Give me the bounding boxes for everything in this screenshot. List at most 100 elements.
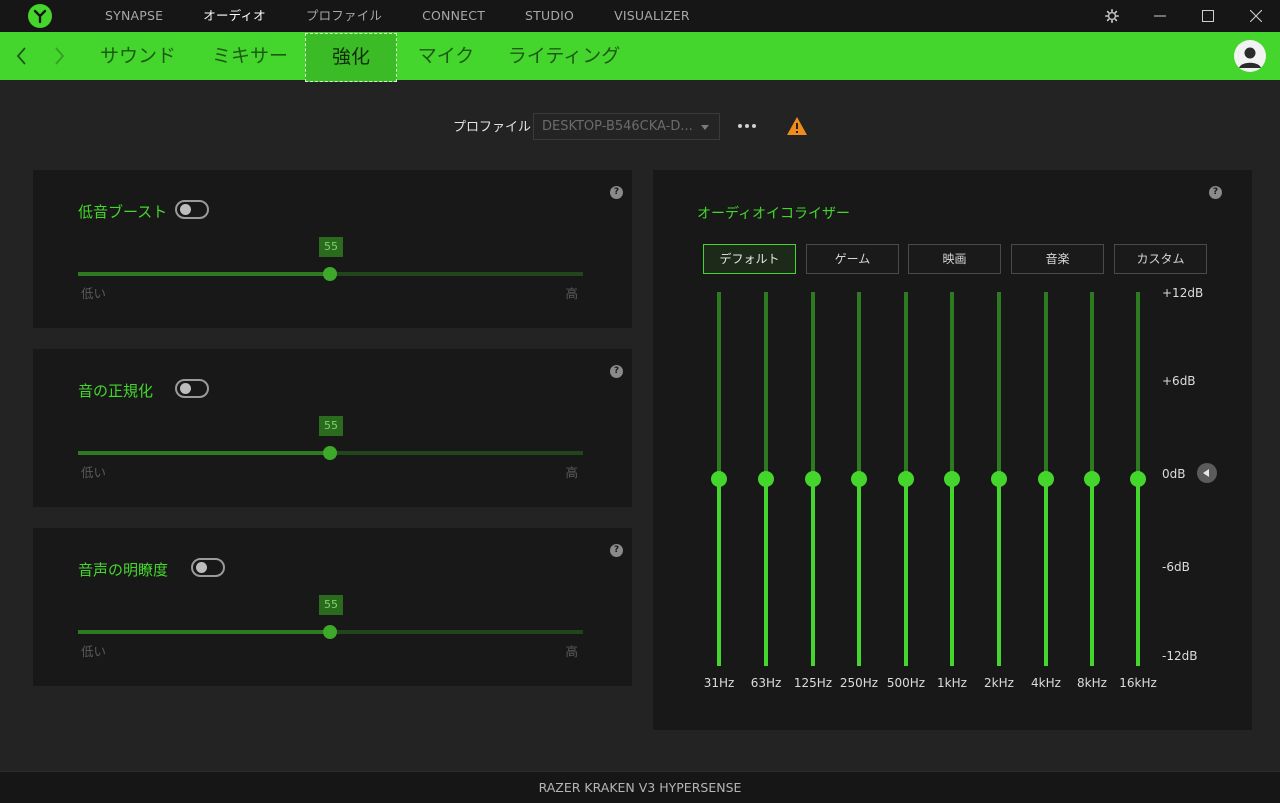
eq-band-fill xyxy=(717,479,721,666)
tab-lighting[interactable]: ライティング xyxy=(500,32,628,80)
eq-band-fill xyxy=(1090,479,1094,666)
eq-band-fill xyxy=(904,479,908,666)
eq-band-fill xyxy=(1044,479,1048,666)
tab-audio[interactable]: オーディオ xyxy=(183,0,286,32)
slider-low-label: 低い xyxy=(81,465,107,480)
forward-arrow-icon[interactable] xyxy=(47,44,71,68)
maximize-button[interactable] xyxy=(1184,0,1232,32)
help-icon[interactable]: ? xyxy=(610,544,623,557)
db-label-minus12: -12dB xyxy=(1162,649,1198,663)
bass-boost-slider[interactable] xyxy=(78,267,583,281)
tab-profiles[interactable]: プロファイル xyxy=(286,0,402,32)
preset-custom-button[interactable]: カスタム xyxy=(1114,244,1207,274)
normalization-toggle[interactable] xyxy=(175,379,209,398)
normalization-slider[interactable] xyxy=(78,446,583,460)
eq-band-slider[interactable] xyxy=(896,292,916,666)
profile-label: プロファイル xyxy=(453,120,532,135)
toggle-knob xyxy=(180,383,191,394)
bass-boost-value: 55 xyxy=(319,237,343,257)
eq-band-fill xyxy=(950,479,954,666)
warning-icon[interactable] xyxy=(786,116,808,136)
tab-mic[interactable]: マイク xyxy=(400,32,492,80)
eq-band-thumb[interactable] xyxy=(944,471,960,487)
eq-band-thumb[interactable] xyxy=(758,471,774,487)
reset-zero-button[interactable] xyxy=(1197,463,1217,483)
eq-band-slider[interactable] xyxy=(1128,292,1148,666)
db-label-minus6: -6dB xyxy=(1162,560,1190,574)
maximize-icon xyxy=(1202,10,1214,22)
sub-nav: サウンド ミキサー 強化 マイク ライティング xyxy=(0,32,1280,82)
eq-band-thumb[interactable] xyxy=(1038,471,1054,487)
title-bar: SYNAPSE オーディオ プロファイル CONNECT STUDIO VISU… xyxy=(0,0,1280,32)
equalizer-panel: ? オーディオイコライザー デフォルト ゲーム 映画 音楽 カスタム 31Hz 6… xyxy=(653,170,1252,730)
eq-band-slider[interactable] xyxy=(849,292,869,666)
tab-mixer[interactable]: ミキサー xyxy=(198,32,302,80)
eq-band-slider[interactable] xyxy=(1036,292,1056,666)
user-icon xyxy=(1239,47,1261,68)
eq-band-thumb[interactable] xyxy=(991,471,1007,487)
slider-thumb[interactable] xyxy=(323,267,337,281)
slider-fill xyxy=(78,451,330,455)
preset-movie-button[interactable]: 映画 xyxy=(908,244,1001,274)
tab-visualizer[interactable]: VISUALIZER xyxy=(594,0,710,32)
eq-band-slider[interactable] xyxy=(1082,292,1102,666)
eq-band-fill xyxy=(811,479,815,666)
eq-band-thumb[interactable] xyxy=(805,471,821,487)
normalization-value: 55 xyxy=(319,416,343,436)
device-footer: RAZER KRAKEN V3 HYPERSENSE xyxy=(0,771,1280,803)
tab-enhancement[interactable]: 強化 xyxy=(305,33,397,82)
db-label-plus12: +12dB xyxy=(1162,286,1204,300)
eq-band-thumb[interactable] xyxy=(711,471,727,487)
eq-band-thumb[interactable] xyxy=(1130,471,1146,487)
eq-band-slider[interactable] xyxy=(989,292,1009,666)
eq-band-slider[interactable] xyxy=(709,292,729,666)
slider-thumb[interactable] xyxy=(323,446,337,460)
toggle-knob xyxy=(180,204,191,215)
bass-boost-toggle[interactable] xyxy=(175,200,209,219)
eq-band-slider[interactable] xyxy=(803,292,823,666)
normalization-panel: ? 音の正規化 55 低い 高 xyxy=(33,349,632,507)
voice-clarity-value: 55 xyxy=(319,595,343,615)
equalizer-title: オーディオイコライザー xyxy=(697,206,851,222)
window-controls xyxy=(1088,0,1280,32)
help-icon[interactable]: ? xyxy=(610,365,623,378)
avatar[interactable] xyxy=(1234,40,1266,72)
db-label-zero: 0dB xyxy=(1162,467,1186,481)
eq-band-slider[interactable] xyxy=(942,292,962,666)
voice-clarity-title: 音声の明瞭度 xyxy=(78,561,169,579)
eq-band-fill xyxy=(1136,479,1140,666)
slider-fill xyxy=(78,630,330,634)
slider-thumb[interactable] xyxy=(323,625,337,639)
eq-band-slider[interactable] xyxy=(756,292,776,666)
bass-boost-panel: ? 低音ブースト 55 低い 高 xyxy=(33,170,632,328)
profile-dropdown[interactable]: DESKTOP-B546CKA-D... xyxy=(533,113,720,140)
eq-band-thumb[interactable] xyxy=(851,471,867,487)
preset-default-button[interactable]: デフォルト xyxy=(703,244,796,274)
tab-sound[interactable]: サウンド xyxy=(86,32,190,80)
preset-music-button[interactable]: 音楽 xyxy=(1011,244,1104,274)
eq-band-fill xyxy=(764,479,768,666)
db-label-plus6: +6dB xyxy=(1162,374,1196,388)
more-options-icon[interactable] xyxy=(736,118,758,134)
help-icon[interactable]: ? xyxy=(610,186,623,199)
voice-clarity-slider[interactable] xyxy=(78,625,583,639)
eq-band-thumb[interactable] xyxy=(898,471,914,487)
voice-clarity-toggle[interactable] xyxy=(191,558,225,577)
toggle-knob xyxy=(196,562,207,573)
help-icon[interactable]: ? xyxy=(1209,186,1222,199)
eq-band-fill xyxy=(997,479,1001,666)
minimize-button[interactable] xyxy=(1136,0,1184,32)
bass-boost-title: 低音ブースト xyxy=(78,203,168,221)
preset-game-button[interactable]: ゲーム xyxy=(806,244,899,274)
razer-logo-icon[interactable] xyxy=(28,4,52,28)
close-button[interactable] xyxy=(1232,0,1280,32)
eq-band-thumb[interactable] xyxy=(1084,471,1100,487)
settings-button[interactable] xyxy=(1088,0,1136,32)
eq-band-fill xyxy=(857,479,861,666)
eq-band-frequency-label: 16kHz xyxy=(1119,676,1157,690)
tab-synapse[interactable]: SYNAPSE xyxy=(85,0,183,32)
back-arrow-icon[interactable] xyxy=(10,44,34,68)
tab-connect[interactable]: CONNECT xyxy=(402,0,505,32)
tab-studio[interactable]: STUDIO xyxy=(505,0,594,32)
gear-icon xyxy=(1105,9,1119,23)
